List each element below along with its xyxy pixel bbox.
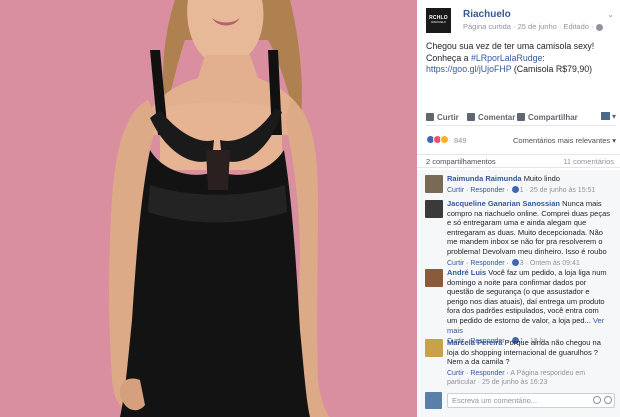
post-header: RCHLO RIACHUELO Riachuelo Página curtida… — [426, 8, 616, 36]
comment-time: · 25 de junho às 15:51 — [523, 186, 596, 194]
logo-subtext: RIACHUELO — [431, 21, 446, 25]
comment-item: Raimunda Raimunda Muito lindo Curtir · R… — [425, 174, 611, 198]
post-meta: Página curtida · 25 de junho · Editado · — [463, 22, 603, 31]
comment-reply-actions[interactable]: Curtir · Responder · — [447, 260, 511, 267]
comment-item: André Luis Você faz um pedido, a loja li… — [425, 268, 611, 345]
post-side-panel: RCHLO RIACHUELO Riachuelo Página curtida… — [417, 0, 620, 417]
comment-author[interactable]: Jacqueline Ganarian Sanossian — [447, 199, 560, 208]
like-button[interactable]: Curtir — [426, 113, 459, 122]
like-badge-icon — [511, 185, 519, 193]
post-photo[interactable] — [0, 0, 417, 417]
comment-sort-dropdown[interactable]: Comentários mais relevantes ▾ — [513, 136, 616, 145]
reaction-count[interactable]: 849 — [454, 136, 467, 145]
post-meta-text: Página curtida · 25 de junho · Editado · — [463, 22, 594, 31]
post-text-line1: Chegou sua vez de ter uma camisola sexy! — [426, 41, 595, 51]
hashtag-link[interactable]: #LRporLalaRudge — [471, 53, 542, 63]
post-actions: Curtir Comentar Compartilhar ▾ — [426, 112, 616, 126]
avatar[interactable] — [425, 175, 443, 193]
page-name-link[interactable]: Riachuelo — [463, 9, 511, 20]
avatar[interactable] — [425, 200, 443, 218]
post-text: Chegou sua vez de ter uma camisola sexy!… — [426, 41, 614, 76]
comment-button[interactable]: Comentar — [467, 113, 515, 122]
post-text-line3: https://goo.gl/jUjoFHP (Camisola R$79,90… — [426, 64, 614, 76]
comment-text: Muito lindo — [523, 174, 560, 183]
comment-composer: Escreva um comentário... — [425, 392, 615, 410]
comment-author[interactable]: Raimunda Raimunda — [447, 174, 522, 183]
avatar — [425, 392, 442, 409]
thumbs-up-icon — [426, 113, 434, 121]
counts-bar: 2 compartilhamentos 11 comentários — [417, 154, 620, 168]
model-photo-image — [0, 0, 417, 417]
comment-item: Jacqueline Ganarian Sanossian Nunca mais… — [425, 199, 611, 267]
camera-icon[interactable] — [593, 396, 601, 404]
comment-author[interactable]: Marcela Pereira — [447, 338, 502, 347]
comment-reply-actions[interactable]: Curtir · Responder · — [447, 187, 511, 194]
share-label: Compartilhar — [528, 113, 578, 122]
emoji-icon[interactable] — [604, 396, 612, 404]
post-text-line2: Conheça a #LRporLalaRudge: — [426, 53, 614, 65]
post-text-prefix: Conheça a — [426, 52, 471, 63]
comment-label: Comentar — [478, 113, 516, 122]
comment-item: Marcela Pereira Porque ainda não chegou … — [425, 338, 611, 386]
comment-time: · Ontem às 09:41 — [523, 259, 580, 267]
like-label: Curtir — [437, 113, 459, 122]
comment-icon — [467, 113, 475, 121]
like-badge-icon — [511, 258, 519, 266]
comment-reply-actions[interactable]: Curtir · Responder · — [447, 370, 510, 377]
share-as-selector[interactable]: ▾ — [600, 112, 616, 121]
page-avatar-icon — [600, 112, 610, 120]
wow-reaction-icon[interactable] — [440, 135, 449, 144]
page-logo[interactable]: RCHLO RIACHUELO — [426, 8, 451, 33]
product-link[interactable]: https://goo.gl/jUjoFHP — [426, 64, 511, 74]
avatar[interactable] — [425, 339, 443, 357]
comment-meta: Curtir · Responder · 3 · Ontem às 09:41 — [447, 258, 611, 269]
comment-input[interactable]: Escreva um comentário... — [447, 393, 615, 408]
comments-count[interactable]: 11 comentários — [563, 157, 614, 166]
share-icon — [517, 113, 525, 121]
post-text-suffix: : — [542, 52, 545, 63]
chevron-down-icon[interactable]: ⌄ — [607, 10, 614, 19]
reactions-row: 849 Comentários mais relevantes ▾ — [426, 134, 616, 148]
comment-meta: Curtir · Responder · A Página respondeu … — [447, 369, 611, 388]
comments-list: Raimunda Raimunda Muito lindo Curtir · R… — [417, 170, 620, 417]
comment-meta: Curtir · Responder · 1 · 25 de junho às … — [447, 185, 611, 196]
avatar[interactable] — [425, 269, 443, 287]
price-text: (Camisola R$79,90) — [511, 64, 593, 74]
share-button[interactable]: Compartilhar — [517, 113, 578, 122]
globe-icon — [595, 23, 603, 31]
shares-count[interactable]: 2 compartilhamentos — [426, 157, 496, 166]
comment-author[interactable]: André Luis — [447, 268, 486, 277]
